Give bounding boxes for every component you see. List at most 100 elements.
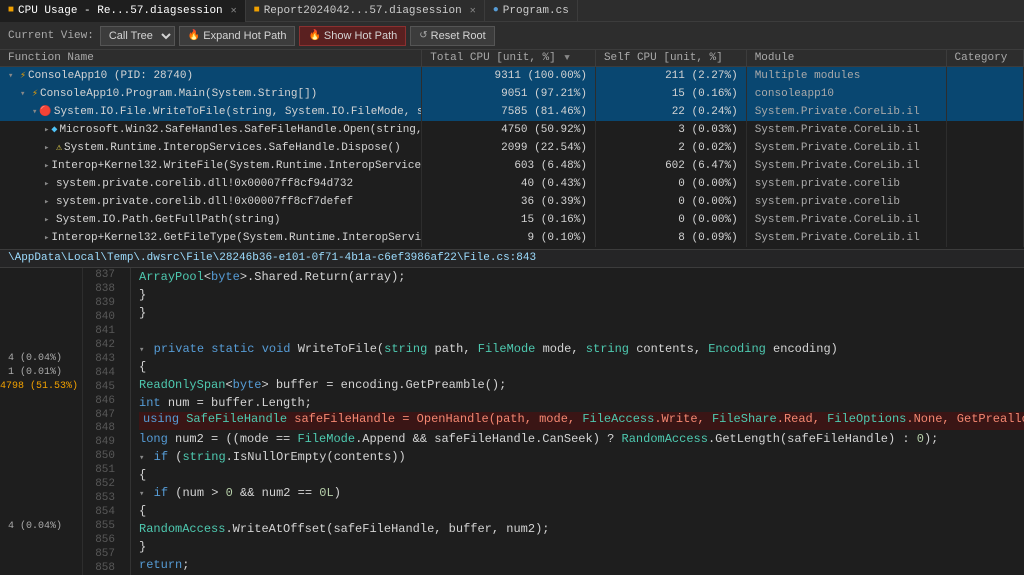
code-chevron[interactable]: ▾ — [139, 345, 144, 355]
col-header-category[interactable]: Category — [946, 50, 1024, 67]
line-number-line: 855 — [83, 519, 126, 533]
code-text: using SafeFileHandle safeFileHandle = Op… — [143, 412, 1024, 426]
fn-name: Interop+Kernel32.WriteFile(System.Runtim… — [51, 160, 421, 172]
gutter-line: 4798 (51.53%) — [0, 380, 82, 394]
table-row[interactable]: ▸ ⚠ System.Runtime.InteropServices.SafeH… — [0, 139, 1024, 157]
code-text: ▾ if (num > 0 && num2 == 0L) — [139, 486, 341, 500]
code-line — [139, 322, 1024, 340]
self-cpu-cell: 211 (2.27%) — [595, 67, 746, 85]
fn-name: System.Runtime.InteropServices.SafeHandl… — [64, 142, 401, 154]
gutter-line — [0, 477, 82, 491]
line-number: 837 — [83, 269, 123, 281]
gutter-value: 4 (0.04%) — [0, 353, 66, 364]
self-cpu-cell: 602 (6.47%) — [595, 157, 746, 175]
col-header-function[interactable]: Function Name — [0, 50, 422, 67]
fn-name: Interop+Kernel32.GetFileType(System.Runt… — [51, 232, 421, 244]
table-row[interactable]: ▸ Interop+Kernel32.WriteFile(System.Runt… — [0, 157, 1024, 175]
expand-icon[interactable]: ▸ — [44, 125, 49, 135]
expand-icon[interactable]: ▸ — [44, 233, 49, 243]
self-cpu-cell: 15 (0.16%) — [595, 85, 746, 103]
gutter-value: 1 (0.01%) — [0, 367, 66, 378]
tab-program-cs[interactable]: ● Program.cs — [485, 0, 578, 22]
gutter-line — [0, 310, 82, 324]
table-row[interactable]: ▾ ⚡ ConsoleApp10.Program.Main(System.Str… — [0, 85, 1024, 103]
self-cpu-cell: 22 (0.24%) — [595, 103, 746, 121]
code-lines: 4 (0.04%) 1 (0.01%) 4798 (51.53%) 4 (0.04%)… — [0, 268, 1024, 575]
line-number-line: 848 — [83, 421, 126, 435]
tab-icon-report: ■ — [254, 5, 260, 16]
line-number-line: 857 — [83, 547, 126, 561]
code-text: { — [139, 360, 146, 374]
module-cell: System.Private.CoreLib.il — [746, 121, 946, 139]
calltree-body: ▾ ⚡ ConsoleApp10 (PID: 28740) 9311 (100.… — [0, 67, 1024, 247]
line-number: 852 — [83, 478, 123, 490]
code-line: long num2 = ((mode == FileMode.Append &&… — [139, 430, 1024, 448]
gutter-line: 4 (0.04%) — [0, 519, 82, 533]
tab-close-cpu[interactable]: ✕ — [231, 5, 237, 17]
col-header-module[interactable]: Module — [746, 50, 946, 67]
fn-icon-blue: ◆ — [51, 124, 57, 136]
tab-close-report[interactable]: ✕ — [470, 5, 476, 17]
expand-hot-path-button[interactable]: 🔥 Expand Hot Path — [179, 26, 296, 46]
tab-report[interactable]: ■ Report2024042...57.diagsession ✕ — [246, 0, 485, 22]
expand-icon[interactable]: ▾ — [8, 71, 18, 81]
line-number: 856 — [83, 534, 123, 546]
category-cell — [946, 121, 1024, 139]
path-tooltip-text: \AppData\Local\Temp\.dwsrc\File\28246b36… — [8, 252, 536, 264]
line-number-line: 854 — [83, 505, 126, 519]
expand-icon[interactable]: ▸ — [44, 143, 54, 153]
gutter-line — [0, 421, 82, 435]
code-line: ▾ if (string.IsNullOrEmpty(contents)) — [139, 448, 1024, 466]
category-cell — [946, 229, 1024, 247]
expand-icon[interactable]: ▸ — [44, 215, 54, 225]
table-row[interactable]: ▸ system.private.corelib.dll!0x00007ff8c… — [0, 193, 1024, 211]
gutter-value: 4798 (51.53%) — [0, 381, 82, 392]
code-line: } — [139, 286, 1024, 304]
gutter-line — [0, 449, 82, 463]
line-number: 839 — [83, 297, 123, 309]
line-number-line: 846 — [83, 394, 126, 408]
fn-icon-orange: ⚡ — [20, 70, 26, 82]
code-line: return; — [139, 556, 1024, 574]
code-text: long num2 = ((mode == FileMode.Append &&… — [139, 432, 938, 446]
table-row[interactable]: ▸ Interop+Kernel32.GetFileType(System.Ru… — [0, 229, 1024, 247]
code-chevron[interactable]: ▾ — [139, 489, 144, 499]
view-select[interactable]: Call Tree — [100, 26, 175, 46]
col-header-self-cpu[interactable]: Self CPU [unit, %] — [595, 50, 746, 67]
reset-root-button[interactable]: ↺ Reset Root — [410, 26, 494, 46]
code-chevron[interactable]: ▾ — [139, 453, 144, 463]
calltree-table: Function Name Total CPU [unit, %] ▼ Self… — [0, 50, 1024, 247]
module-cell: system.private.corelib — [746, 175, 946, 193]
expand-icon[interactable]: ▾ — [20, 89, 30, 99]
code-text: } — [139, 540, 146, 554]
total-cpu-cell: 40 (0.43%) — [422, 175, 596, 193]
category-cell — [946, 139, 1024, 157]
total-cpu-cell: 2099 (22.54%) — [422, 139, 596, 157]
category-cell — [946, 103, 1024, 121]
show-hot-path-button[interactable]: 🔥 Show Hot Path — [299, 26, 406, 46]
module-cell: System.Private.CoreLib.il — [746, 157, 946, 175]
gutter-line — [0, 435, 82, 449]
expand-icon[interactable]: ▸ — [44, 161, 49, 171]
table-row[interactable]: ▾ ⚡ ConsoleApp10 (PID: 28740) 9311 (100.… — [0, 67, 1024, 85]
expand-icon[interactable]: ▾ — [32, 107, 37, 117]
code-line: } — [139, 538, 1024, 556]
expand-icon[interactable]: ▸ — [44, 179, 54, 189]
code-text: return; — [139, 558, 189, 572]
table-row[interactable]: ▸ ◆ Microsoft.Win32.SafeHandles.SafeFile… — [0, 121, 1024, 139]
line-number: 849 — [83, 436, 123, 448]
col-header-total-cpu[interactable]: Total CPU [unit, %] ▼ — [422, 50, 596, 67]
line-number: 842 — [83, 339, 123, 351]
expand-icon[interactable]: ▸ — [44, 197, 54, 207]
table-row[interactable]: ▾ 🔴 System.IO.File.WriteToFile(string, S… — [0, 103, 1024, 121]
reset-icon: ↺ — [419, 30, 427, 41]
tab-cpu-usage[interactable]: ■ CPU Usage - Re...57.diagsession ✕ — [0, 0, 246, 22]
table-row[interactable]: ▸ system.private.corelib.dll!0x00007ff8c… — [0, 175, 1024, 193]
line-number-line: 845 — [83, 380, 126, 394]
gutter-line — [0, 338, 82, 352]
gutter-line — [0, 282, 82, 296]
code-line: ▾ if (num > 0 && num2 == 0L) — [139, 484, 1024, 502]
category-cell — [946, 157, 1024, 175]
table-row[interactable]: ▸ System.IO.Path.GetFullPath(string) 15 … — [0, 211, 1024, 229]
code-line: { — [139, 466, 1024, 484]
